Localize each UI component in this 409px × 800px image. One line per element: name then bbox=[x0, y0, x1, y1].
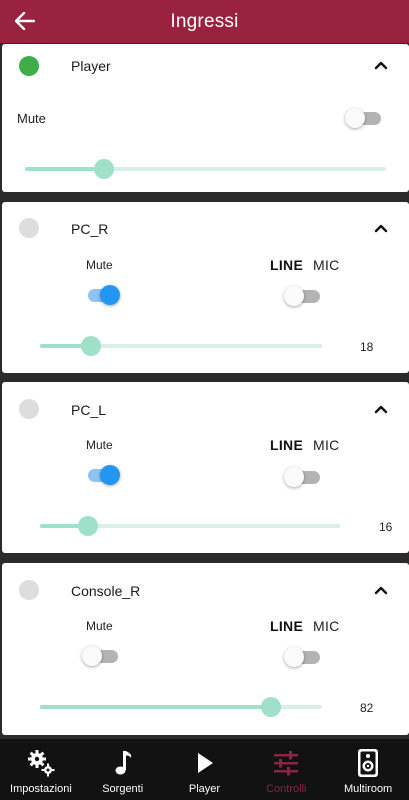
toggle-thumb bbox=[345, 108, 365, 128]
mic-label: MIC bbox=[313, 437, 340, 453]
mute-label: Mute bbox=[17, 111, 46, 126]
music-note-icon bbox=[107, 747, 139, 779]
back-button[interactable] bbox=[12, 8, 38, 34]
toggle-thumb bbox=[100, 285, 120, 305]
toggle-thumb bbox=[284, 647, 304, 667]
slider-fill bbox=[25, 167, 104, 171]
slider-knob[interactable] bbox=[94, 159, 114, 179]
input-card-pc-l: PC_L Mute LINE MIC 16 bbox=[2, 382, 409, 553]
volume-value: 16 bbox=[379, 520, 393, 534]
play-icon bbox=[188, 747, 220, 779]
card-title: Console_R bbox=[71, 583, 141, 599]
nav-label: Player bbox=[188, 783, 221, 795]
card-title: PC_L bbox=[71, 402, 107, 418]
slider-knob[interactable] bbox=[261, 697, 281, 717]
nav-label: Impostazioni bbox=[10, 783, 72, 795]
bottom-nav: Impostazioni Sorgenti Player Controlli M… bbox=[0, 739, 409, 800]
chevron-up-icon[interactable] bbox=[373, 584, 389, 596]
mic-label: MIC bbox=[313, 618, 340, 634]
mic-label: MIC bbox=[313, 257, 340, 273]
input-card-player: Player Mute bbox=[2, 44, 409, 192]
volume-value: 82 bbox=[360, 701, 374, 715]
status-dot bbox=[19, 399, 39, 419]
input-card-pc-r: PC_R Mute LINE MIC 18 bbox=[2, 202, 409, 373]
mute-toggle[interactable] bbox=[82, 644, 122, 668]
mute-label: Mute bbox=[86, 619, 113, 633]
app-bar: Ingressi bbox=[0, 0, 409, 43]
line-label: LINE bbox=[270, 437, 304, 453]
nav-label: Controlli bbox=[266, 783, 307, 795]
line-label: LINE bbox=[270, 618, 304, 634]
volume-slider[interactable] bbox=[25, 159, 386, 179]
slider-knob[interactable] bbox=[81, 336, 101, 356]
volume-value: 18 bbox=[360, 340, 374, 354]
speaker-icon bbox=[352, 747, 384, 779]
toggle-thumb bbox=[82, 646, 102, 666]
status-dot bbox=[19, 56, 39, 76]
nav-label: Sorgenti bbox=[102, 783, 144, 795]
mute-toggle[interactable] bbox=[82, 463, 122, 487]
chevron-up-icon[interactable] bbox=[373, 222, 389, 234]
arrow-left-icon bbox=[15, 12, 35, 30]
nav-item-controlli[interactable]: Controlli bbox=[245, 739, 327, 800]
status-dot bbox=[19, 218, 39, 238]
card-title: Player bbox=[71, 58, 111, 74]
mute-label: Mute bbox=[86, 258, 113, 272]
toggle-thumb bbox=[284, 467, 304, 487]
line-label: LINE bbox=[270, 257, 304, 273]
nav-item-impostazioni[interactable]: Impostazioni bbox=[0, 739, 82, 800]
chevron-up-icon[interactable] bbox=[373, 403, 389, 415]
nav-item-player[interactable]: Player bbox=[164, 739, 246, 800]
card-title: PC_R bbox=[71, 221, 109, 237]
chevron-up-icon[interactable] bbox=[373, 59, 389, 71]
line-mic-toggle[interactable] bbox=[284, 284, 324, 308]
nav-label: Multiroom bbox=[343, 783, 393, 795]
sliders-icon bbox=[270, 747, 302, 779]
slider-knob[interactable] bbox=[78, 516, 98, 536]
toggle-thumb bbox=[100, 465, 120, 485]
toggle-thumb bbox=[284, 286, 304, 306]
mute-label: Mute bbox=[86, 438, 113, 452]
slider-fill bbox=[40, 705, 271, 709]
nav-item-sorgenti[interactable]: Sorgenti bbox=[82, 739, 164, 800]
gears-icon bbox=[25, 747, 57, 779]
volume-slider[interactable] bbox=[40, 516, 340, 536]
status-dot bbox=[19, 580, 39, 600]
input-card-console-r: Console_R Mute LINE MIC 82 bbox=[2, 563, 409, 735]
volume-slider[interactable] bbox=[40, 336, 322, 356]
mute-toggle[interactable] bbox=[82, 283, 122, 307]
nav-item-multiroom[interactable]: Multiroom bbox=[327, 739, 409, 800]
volume-slider[interactable] bbox=[40, 697, 322, 717]
line-mic-toggle[interactable] bbox=[284, 465, 324, 489]
page-title: Ingressi bbox=[170, 10, 239, 32]
mute-toggle[interactable] bbox=[345, 106, 385, 130]
line-mic-toggle[interactable] bbox=[284, 645, 324, 669]
